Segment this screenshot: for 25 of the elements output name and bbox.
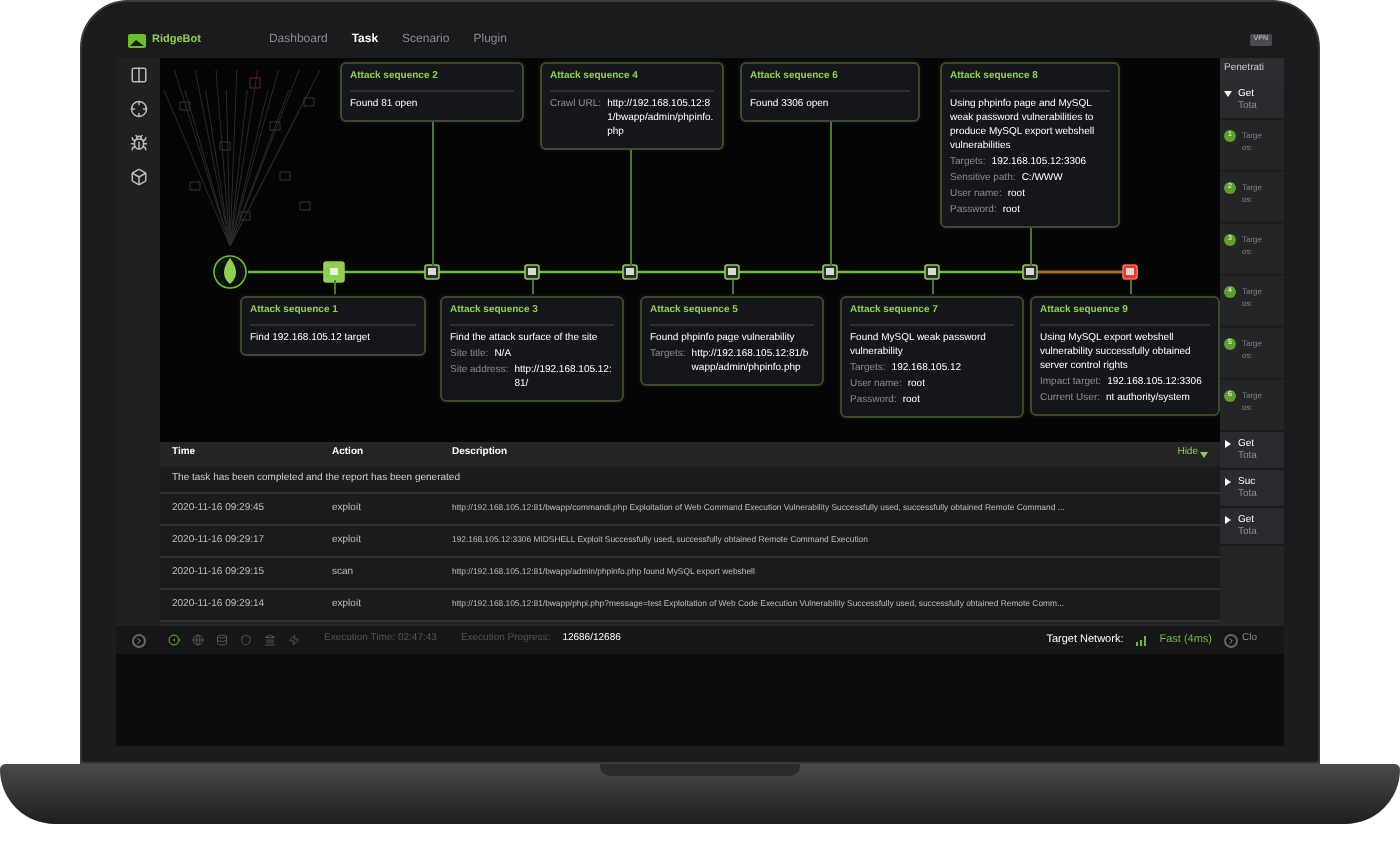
bug-icon[interactable]: [129, 134, 147, 152]
connector-line: [1129, 279, 1131, 295]
box-icon[interactable]: [129, 168, 147, 186]
target-icon[interactable]: [168, 634, 180, 646]
caret-icon: [1200, 451, 1208, 457]
caret-down-icon[interactable]: [1224, 90, 1232, 98]
caret-right-icon[interactable]: [1224, 440, 1232, 448]
crosshair-icon[interactable]: [129, 100, 147, 118]
connector-line: [629, 150, 631, 265]
caret-right-icon[interactable]: [1224, 516, 1232, 524]
building-icon[interactable]: [264, 634, 276, 646]
connector-line: [431, 122, 433, 265]
connector-line: [1029, 228, 1031, 265]
database-icon[interactable]: [216, 634, 228, 646]
expand-icon[interactable]: [131, 633, 145, 647]
connector-line: [333, 279, 335, 295]
expand-icon[interactable]: [1224, 633, 1238, 647]
caret-right-icon[interactable]: [1224, 478, 1232, 486]
connector-line: [829, 122, 831, 265]
signal-icon: [1135, 635, 1148, 645]
connector-line: [931, 279, 933, 295]
connector-line: [531, 279, 533, 295]
columns-icon[interactable]: [129, 66, 147, 84]
logo-icon: [128, 33, 146, 47]
connector-line: [731, 279, 733, 295]
